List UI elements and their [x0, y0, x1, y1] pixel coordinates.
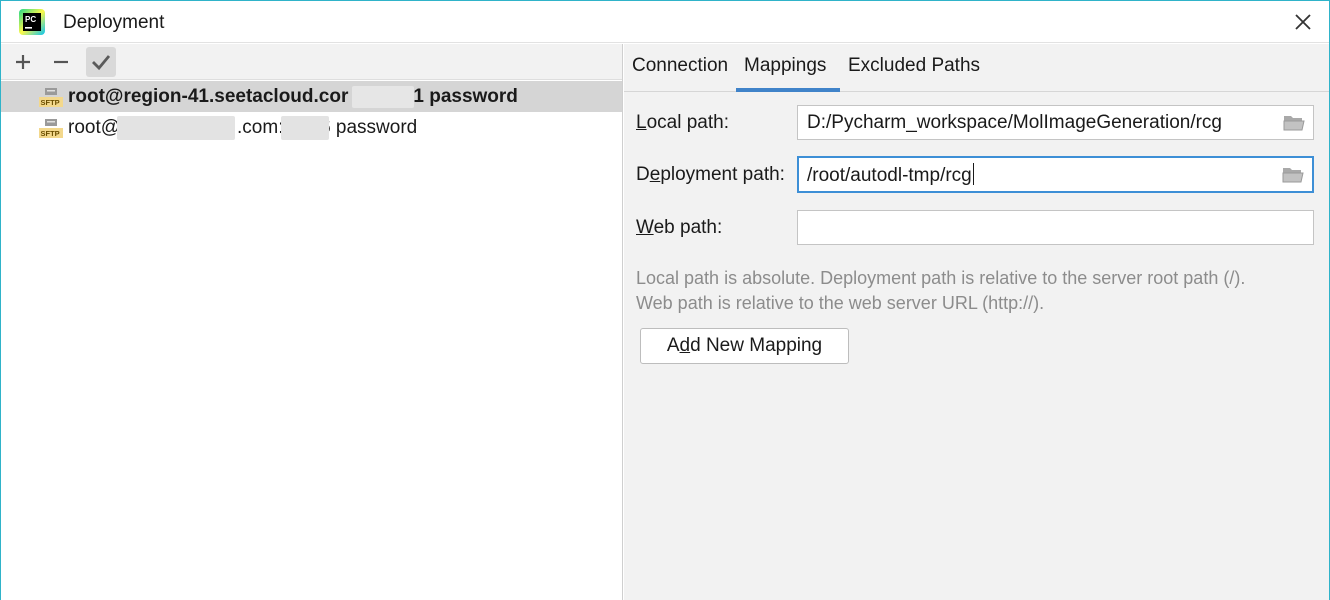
folder-icon[interactable] [1282, 165, 1304, 184]
app-icon-text: PC [25, 15, 36, 24]
checkmark-icon [92, 55, 111, 71]
tab-connection[interactable]: Connection [632, 55, 728, 77]
deployment-path-field[interactable]: /root/autodl-tmp/rcg [797, 156, 1314, 193]
tab-excluded-paths[interactable]: Excluded Paths [848, 55, 980, 77]
web-path-label: Web path: [636, 217, 723, 238]
server-list: SFTP root@region-41.seetacloud.cor 1 pass… [1, 81, 622, 143]
redacted-region [281, 116, 329, 140]
tab-bar: Connection Mappings Excluded Paths [624, 44, 1329, 92]
tab-mappings[interactable]: Mappings [744, 55, 826, 77]
sftp-label: SFTP [41, 98, 60, 107]
server-toolbar [1, 44, 622, 80]
hint-web-path: Web path is relative to the web server U… [636, 293, 1045, 313]
server-item-2[interactable]: SFTP root@ .com:4 6 password [1, 112, 622, 143]
add-server-button[interactable] [8, 47, 38, 77]
folder-icon[interactable] [1283, 113, 1305, 132]
deployment-dialog: PC Deployment SFTP root@region-41.seetac… [0, 0, 1330, 600]
web-path-field[interactable] [797, 210, 1314, 245]
deployment-path-value: /root/autodl-tmp/rcg [807, 165, 972, 186]
minus-icon [54, 60, 68, 64]
sftp-server-icon: SFTP [39, 119, 63, 138]
deployment-path-label: Deployment path: [636, 164, 785, 185]
server-name: root@region-41.seetacloud.cor [68, 85, 349, 107]
add-new-mapping-button[interactable]: Add New Mapping [640, 328, 849, 364]
sftp-server-icon: SFTP [39, 88, 63, 107]
hint-local-path: Local path is absolute. Deployment path … [636, 268, 1246, 288]
server-suffix: 6 password [320, 116, 418, 138]
active-tab-indicator [736, 88, 840, 92]
use-as-default-button[interactable] [86, 47, 116, 77]
redacted-region [117, 116, 235, 140]
plus-icon [16, 55, 30, 69]
server-suffix: 1 password [413, 85, 518, 107]
sftp-label: SFTP [41, 129, 60, 138]
pycharm-app-icon: PC [19, 9, 45, 35]
local-path-value: D:/Pycharm_workspace/MolImageGeneration/… [807, 112, 1223, 133]
remove-server-button[interactable] [46, 47, 76, 77]
local-path-label: Local path: [636, 112, 729, 133]
title-bar: PC Deployment [1, 1, 1329, 43]
close-icon[interactable] [1291, 10, 1315, 34]
text-caret [972, 163, 974, 185]
server-name: root@ [68, 116, 121, 138]
redacted-region [352, 86, 414, 108]
server-panel: SFTP root@region-41.seetacloud.cor 1 pass… [1, 44, 623, 600]
window-title: Deployment [63, 12, 165, 33]
local-path-field[interactable]: D:/Pycharm_workspace/MolImageGeneration/… [797, 105, 1314, 140]
server-item-1[interactable]: SFTP root@region-41.seetacloud.cor 1 pass… [1, 81, 622, 112]
settings-panel: Connection Mappings Excluded Paths Local… [624, 44, 1329, 600]
